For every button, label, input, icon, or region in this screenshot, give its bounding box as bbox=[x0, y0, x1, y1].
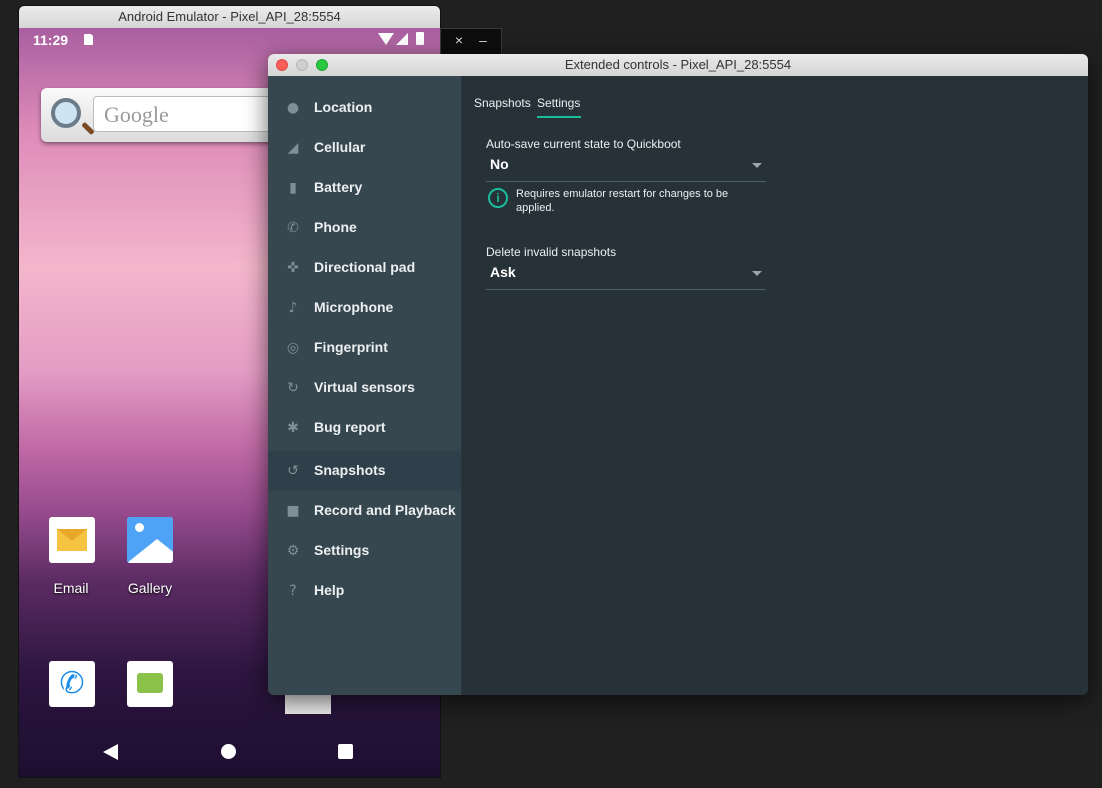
sd-card-icon bbox=[84, 34, 93, 45]
status-time: 11:29 bbox=[33, 32, 69, 48]
delete-invalid-select[interactable]: Ask bbox=[486, 261, 766, 290]
sidebar-item-settings[interactable]: ⚙ Settings bbox=[268, 531, 461, 571]
home-icon[interactable] bbox=[221, 744, 236, 759]
gallery-app-icon[interactable] bbox=[127, 517, 173, 563]
emulator-title: Android Emulator - Pixel_API_28:5554 bbox=[19, 6, 440, 29]
battery-status-icon bbox=[416, 32, 424, 45]
gear-icon: ⚙ bbox=[286, 543, 300, 559]
sidebar-item-record-and-playback[interactable]: ■ Record and Playback bbox=[268, 491, 461, 531]
cellular-signal-icon: ◢ bbox=[287, 140, 299, 156]
battery-icon: ▮ bbox=[289, 180, 297, 196]
history-icon: ↺ bbox=[287, 463, 299, 479]
wifi-icon bbox=[378, 33, 394, 45]
dpad-icon: ✜ bbox=[287, 260, 299, 276]
message-icon bbox=[137, 673, 163, 693]
gallery-app-label: Gallery bbox=[127, 580, 173, 596]
autosave-select[interactable]: No bbox=[486, 153, 766, 182]
sidebar-item-snapshots[interactable]: ↺ Snapshots bbox=[268, 451, 461, 491]
microphone-icon: ♪ bbox=[288, 300, 298, 316]
sidebar-item-label: Record and Playback bbox=[314, 502, 456, 518]
help-icon: ? bbox=[289, 583, 297, 599]
delete-invalid-value: Ask bbox=[490, 264, 516, 280]
window-zoom-button[interactable] bbox=[316, 59, 328, 71]
sidebar-item-label: Fingerprint bbox=[314, 339, 388, 355]
tab-settings[interactable]: Settings bbox=[537, 96, 580, 110]
autosave-value: No bbox=[490, 156, 509, 172]
sidebar-item-label: Help bbox=[314, 582, 345, 598]
sidebar-item-label: Settings bbox=[314, 542, 370, 558]
sidebar-item-fingerprint[interactable]: ◎ Fingerprint bbox=[268, 328, 461, 368]
sidebar-item-label: Location bbox=[314, 99, 373, 115]
bug-icon: ✱ bbox=[287, 420, 299, 436]
chevron-down-icon bbox=[752, 271, 762, 276]
sidebar-item-cellular[interactable]: ◢ Cellular bbox=[268, 128, 461, 168]
sidebar-item-virtual-sensors[interactable]: ↻ Virtual sensors bbox=[268, 368, 461, 408]
rotate-icon: ↻ bbox=[287, 380, 299, 396]
extended-controls-title: Extended controls - Pixel_API_28:5554 bbox=[564, 57, 792, 72]
sidebar-item-directional-pad[interactable]: ✜ Directional pad bbox=[268, 248, 461, 288]
back-icon[interactable] bbox=[103, 744, 118, 760]
sidebar-item-label: Bug report bbox=[314, 419, 386, 435]
android-nav-bar bbox=[19, 728, 440, 776]
active-tab-indicator bbox=[537, 116, 581, 118]
envelope-icon bbox=[57, 529, 87, 551]
minimize-icon[interactable]: – bbox=[473, 32, 493, 48]
info-icon: i bbox=[488, 188, 508, 208]
email-app-label: Email bbox=[53, 580, 89, 596]
sidebar-item-label: Snapshots bbox=[314, 462, 386, 478]
snapshots-panel: Snapshots Settings Auto-save current sta… bbox=[462, 76, 1088, 695]
extended-controls-window: Extended controls - Pixel_API_28:5554 ● … bbox=[268, 54, 1088, 695]
window-close-button[interactable] bbox=[276, 59, 288, 71]
emulator-side-toolbar: × – bbox=[440, 28, 502, 57]
sidebar: ● Location ◢ Cellular ▮ Battery ✆ Phone … bbox=[268, 76, 462, 695]
close-icon[interactable]: × bbox=[449, 32, 469, 48]
sidebar-item-location[interactable]: ● Location bbox=[268, 88, 461, 128]
sidebar-item-label: Microphone bbox=[314, 299, 394, 315]
sidebar-item-bug-report[interactable]: ✱ Bug report bbox=[268, 408, 461, 448]
search-icon bbox=[51, 98, 81, 128]
sidebar-item-help[interactable]: ? Help bbox=[268, 571, 461, 611]
sidebar-item-label: Cellular bbox=[314, 139, 366, 155]
sidebar-item-microphone[interactable]: ♪ Microphone bbox=[268, 288, 461, 328]
autosave-label: Auto-save current state to Quickboot bbox=[486, 137, 681, 151]
phone-handset-icon: ✆ bbox=[59, 667, 85, 700]
picture-icon bbox=[127, 517, 173, 563]
sidebar-item-label: Virtual sensors bbox=[314, 379, 415, 395]
fingerprint-icon: ◎ bbox=[286, 340, 300, 356]
sidebar-item-label: Directional pad bbox=[314, 259, 416, 275]
status-bar: 11:29 bbox=[19, 28, 440, 52]
recents-icon[interactable] bbox=[338, 744, 353, 759]
restart-note: Requires emulator restart for changes to… bbox=[516, 188, 729, 214]
tab-snapshots[interactable]: Snapshots bbox=[474, 96, 531, 110]
chevron-down-icon bbox=[752, 163, 762, 168]
location-pin-icon: ● bbox=[286, 100, 300, 116]
sidebar-item-phone[interactable]: ✆ Phone bbox=[268, 208, 461, 248]
videocam-icon: ■ bbox=[286, 503, 300, 519]
phone-icon: ✆ bbox=[287, 220, 299, 236]
extended-controls-titlebar: Extended controls - Pixel_API_28:5554 bbox=[268, 54, 1088, 77]
signal-icon bbox=[396, 33, 408, 45]
phone-dock-icon[interactable]: ✆ bbox=[49, 661, 95, 707]
window-minimize-button[interactable] bbox=[296, 59, 308, 71]
sidebar-item-battery[interactable]: ▮ Battery bbox=[268, 168, 461, 208]
email-app-icon[interactable] bbox=[49, 517, 95, 563]
delete-invalid-label: Delete invalid snapshots bbox=[486, 245, 617, 259]
sidebar-item-label: Phone bbox=[314, 219, 357, 235]
messages-dock-icon[interactable] bbox=[127, 661, 173, 707]
sidebar-item-label: Battery bbox=[314, 179, 363, 195]
